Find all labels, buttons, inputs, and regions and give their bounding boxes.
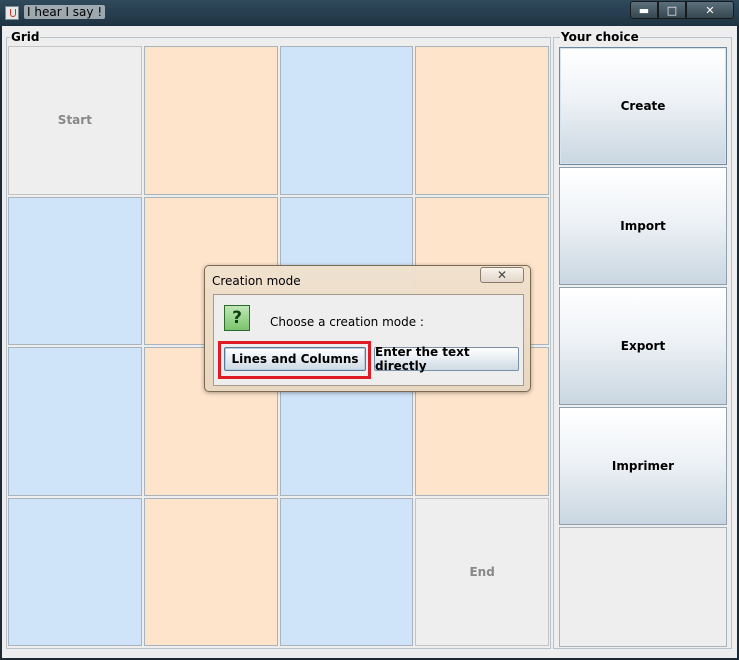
dialog-content: ? Choose a creation mode : Lines and Col… [213, 294, 524, 386]
grid-panel-label: Grid [10, 30, 41, 44]
export-button[interactable]: Export [559, 287, 727, 405]
print-button[interactable]: Imprimer [559, 407, 727, 525]
enter-text-directly-button[interactable]: Enter the text directly [374, 345, 519, 373]
grid-cell[interactable] [279, 46, 414, 195]
grid-cell[interactable] [8, 196, 142, 345]
window-title: I hear I say ! [24, 5, 106, 19]
dialog-message: Choose a creation mode : [270, 315, 424, 329]
grid-cell[interactable] [415, 46, 549, 195]
title-bar[interactable]: I hear I say ! ▬ □ ✕ [0, 0, 739, 26]
grid-cell-label: End [469, 564, 495, 579]
minimize-button[interactable]: ▬ [630, 1, 658, 19]
import-button[interactable]: Import [559, 167, 727, 285]
grid-cell-start[interactable]: Start [8, 46, 142, 195]
grid-cell[interactable] [279, 497, 414, 646]
grid-cell-label: Start [57, 113, 92, 128]
creation-mode-dialog: Creation mode ✕ ? Choose a creation mode… [204, 265, 531, 392]
question-icon: ? [224, 305, 250, 331]
maximize-button[interactable]: □ [658, 1, 686, 19]
dialog-title: Creation mode [212, 274, 301, 288]
caption-buttons: ▬ □ ✕ [630, 1, 736, 20]
grid-cell[interactable] [143, 46, 278, 195]
java-app-icon [5, 6, 19, 20]
grid-cell[interactable] [8, 497, 142, 646]
dialog-close-button[interactable]: ✕ [480, 267, 524, 283]
choice-panel-label: Your choice [560, 30, 640, 44]
grid-cell-end[interactable]: End [415, 497, 549, 646]
grid-cell[interactable] [8, 347, 142, 496]
create-button[interactable]: Create [559, 47, 727, 165]
grid-cell[interactable] [143, 497, 278, 646]
close-button[interactable]: ✕ [686, 1, 734, 19]
choice-buttons: Create Import Export Imprimer [559, 47, 729, 647]
app-window: I hear I say ! ▬ □ ✕ Grid Start End Your… [0, 0, 739, 660]
lines-and-columns-button[interactable]: Lines and Columns [224, 347, 366, 371]
empty-choice-slot [559, 527, 727, 647]
